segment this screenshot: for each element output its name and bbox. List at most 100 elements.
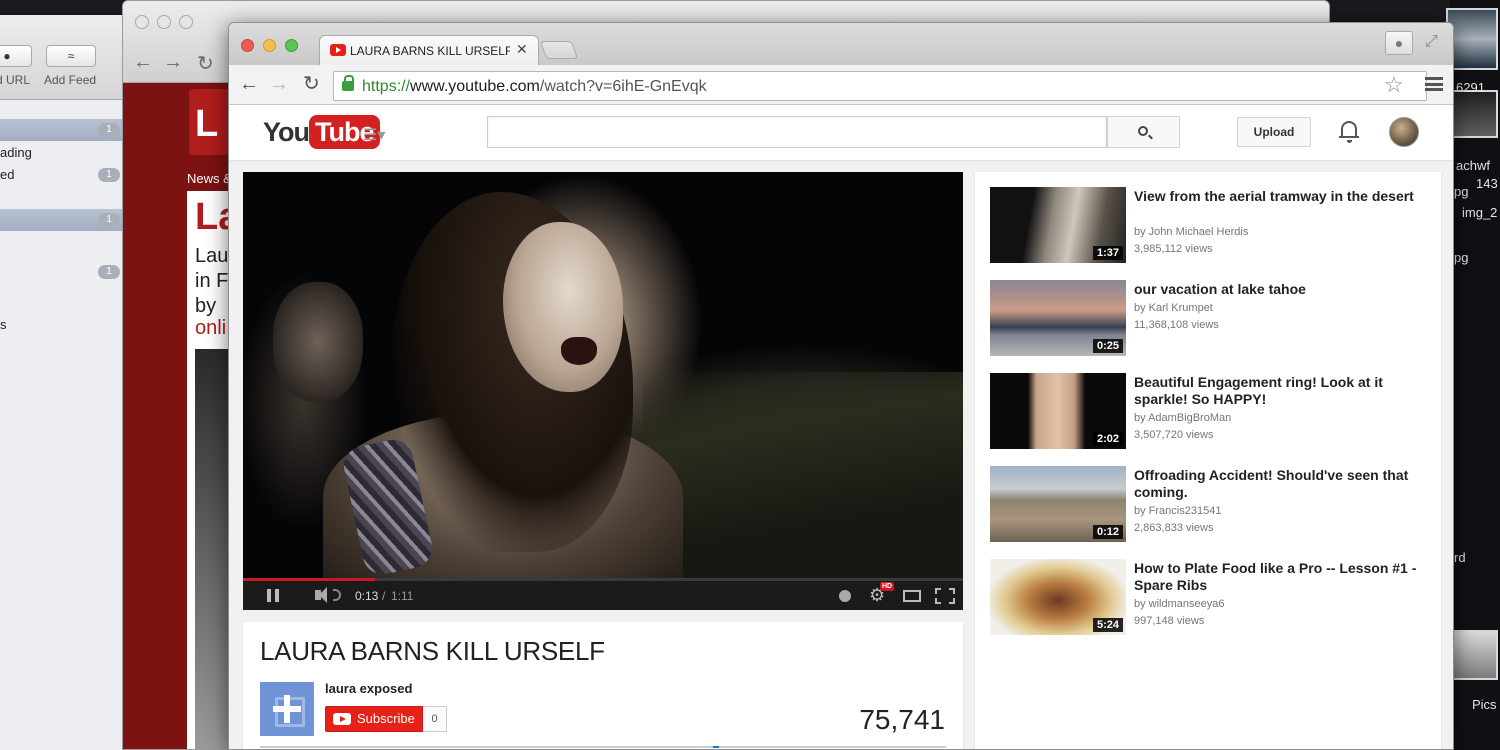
desktop-file-label: pg [1454, 184, 1469, 199]
desktop-file-label: 6291 [1456, 80, 1485, 95]
tab-title: LAURA BARNS KILL URSELF [350, 44, 510, 58]
video-title: LAURA BARNS KILL URSELF [260, 636, 605, 666]
current-time: 0:13 [355, 589, 379, 603]
add-feed-button[interactable]: ≈ [46, 45, 96, 67]
related-video-views: 3,507,720 views [1134, 429, 1214, 441]
news-section-label[interactable]: News & [187, 171, 232, 186]
rss-feed-item[interactable]: ading [0, 145, 32, 160]
related-video-title[interactable]: Beautiful Engagement ring! Look at it sp… [1134, 374, 1424, 408]
video-thumbnail[interactable]: 0:12 [990, 466, 1126, 542]
minimize-button[interactable] [263, 39, 276, 52]
channel-name[interactable]: laura exposed [325, 681, 412, 696]
video-thumbnail[interactable]: 5:24 [990, 559, 1126, 635]
profile-icon[interactable]: ● [1385, 31, 1413, 55]
video-player[interactable]: 0:13 / 1:11 ⚙ HD [243, 172, 963, 610]
hd-badge: HD [880, 582, 895, 591]
unread-badge: 1 [98, 123, 120, 137]
theater-mode-icon[interactable] [903, 590, 921, 602]
upload-button[interactable]: Upload [1237, 117, 1311, 147]
duration: 1:11 [391, 589, 414, 603]
related-video-author[interactable]: by AdamBigBroMan [1134, 412, 1231, 424]
guide-menu-icon[interactable]: ☰▾ [363, 125, 385, 145]
url-host: www.youtube.com [410, 78, 540, 95]
related-video-title[interactable]: our vacation at lake tahoe [1134, 281, 1424, 298]
back-arrow-icon[interactable]: ← [133, 51, 153, 74]
video-thumbnail[interactable]: 0:25 [990, 280, 1126, 356]
address-bar[interactable]: https://www.youtube.com/watch?v=6ihE-GnE… [333, 71, 1427, 101]
video-frame[interactable] [243, 172, 963, 582]
related-videos-panel: 1:37 View from the aerial tramway in the… [975, 172, 1441, 749]
reload-icon[interactable]: ↻ [197, 51, 214, 76]
reload-icon[interactable]: ↻ [303, 73, 320, 95]
desktop-file-label: rd [1454, 550, 1466, 565]
desktop-file-label: pg [1454, 250, 1469, 265]
channel-avatar[interactable] [260, 682, 314, 736]
video-duration-badge: 5:24 [1092, 618, 1123, 632]
news-article-link[interactable]: onli [195, 317, 226, 340]
related-video-author[interactable]: by wildmanseeya6 [1134, 598, 1225, 610]
close-button[interactable] [241, 39, 254, 52]
fullscreen-icon[interactable] [935, 588, 955, 604]
close-button[interactable] [135, 15, 149, 29]
minimize-button[interactable] [157, 15, 171, 29]
like-ratio-marker [712, 746, 719, 748]
related-video-author[interactable]: by Francis231541 [1134, 505, 1221, 517]
search-button[interactable] [1107, 116, 1180, 148]
masthead: You Tube ☰▾ Upload [229, 105, 1453, 161]
rss-feed-item[interactable]: s [0, 317, 7, 332]
menu-icon[interactable] [1425, 77, 1443, 91]
desktop-file-label: img_2 [1462, 205, 1498, 220]
user-avatar[interactable] [1389, 117, 1419, 147]
video-duration-badge: 2:02 [1092, 432, 1123, 446]
desktop-file-label: achwf [1456, 158, 1490, 173]
related-video-item[interactable]: 5:24 How to Plate Food like a Pro -- Les… [990, 559, 1430, 637]
related-video-author[interactable]: by Karl Krumpet [1134, 302, 1213, 314]
related-video-item[interactable]: 0:12 Offroading Accident! Should've seen… [990, 466, 1430, 544]
rss-feed-item[interactable]: ed [0, 167, 14, 182]
new-tab-button[interactable] [539, 41, 579, 59]
like-dislike-bar [260, 746, 946, 748]
video-thumbnail[interactable]: 1:37 [990, 187, 1126, 263]
back-arrow-icon[interactable]: ← [239, 73, 259, 95]
zoom-button[interactable] [179, 15, 193, 29]
video-figure [273, 282, 363, 402]
volume-icon[interactable] [315, 587, 327, 603]
url-text[interactable]: https://www.youtube.com/watch?v=6ihE-GnE… [362, 78, 707, 96]
forward-arrow-icon[interactable]: → [163, 51, 183, 74]
zoom-button[interactable] [285, 39, 298, 52]
pause-icon[interactable] [267, 589, 279, 602]
lock-icon [342, 75, 354, 91]
related-video-views: 2,863,833 views [1134, 522, 1214, 534]
video-duration-badge: 1:37 [1092, 246, 1123, 260]
time-separator: / [382, 589, 386, 603]
subscribe-button[interactable]: Subscribe [325, 706, 423, 732]
related-video-item[interactable]: 2:02 Beautiful Engagement ring! Look at … [990, 373, 1430, 451]
related-video-title[interactable]: Offroading Accident! Should've seen that… [1134, 467, 1424, 501]
browser-window: LAURA BARNS KILL URSELF ✕ ● ⤢ ← → ↻ http… [228, 22, 1454, 750]
bookmark-star-icon[interactable]: ☆ [1384, 72, 1404, 98]
add-url-button[interactable]: ● [0, 45, 32, 67]
related-video-title[interactable]: View from the aerial tramway in the dese… [1134, 188, 1424, 205]
related-video-title[interactable]: How to Plate Food like a Pro -- Lesson #… [1134, 560, 1424, 594]
fullscreen-icon[interactable]: ⤢ [1425, 33, 1438, 51]
video-info-panel: LAURA BARNS KILL URSELF laura exposed Su… [243, 622, 963, 749]
desktop-file-label: Pics [1472, 697, 1497, 712]
close-tab-icon[interactable]: ✕ [516, 41, 528, 58]
tab-youtube[interactable]: LAURA BARNS KILL URSELF ✕ [319, 35, 539, 65]
subscriber-count: 0 [423, 706, 447, 732]
notifications-bell-icon[interactable] [1339, 121, 1359, 143]
news-article-text: Lau in F by [195, 244, 228, 319]
youtube-logo-you[interactable]: You [263, 117, 310, 148]
search-input[interactable] [487, 116, 1107, 148]
related-video-item[interactable]: 0:25 our vacation at lake tahoe by Karl … [990, 280, 1430, 358]
annotations-icon[interactable] [839, 590, 851, 602]
volume-wave-icon [333, 589, 341, 601]
related-video-author[interactable]: by John Michael Herdis [1134, 226, 1248, 238]
video-scene-background [643, 372, 963, 578]
unread-badge: 1 [98, 168, 120, 182]
related-video-item[interactable]: 1:37 View from the aerial tramway in the… [990, 187, 1430, 265]
related-video-views: 11,368,108 views [1134, 319, 1219, 331]
video-thumbnail[interactable]: 2:02 [990, 373, 1126, 449]
forward-arrow-icon[interactable]: → [269, 73, 289, 95]
player-controls: 0:13 / 1:11 ⚙ HD [243, 581, 963, 610]
